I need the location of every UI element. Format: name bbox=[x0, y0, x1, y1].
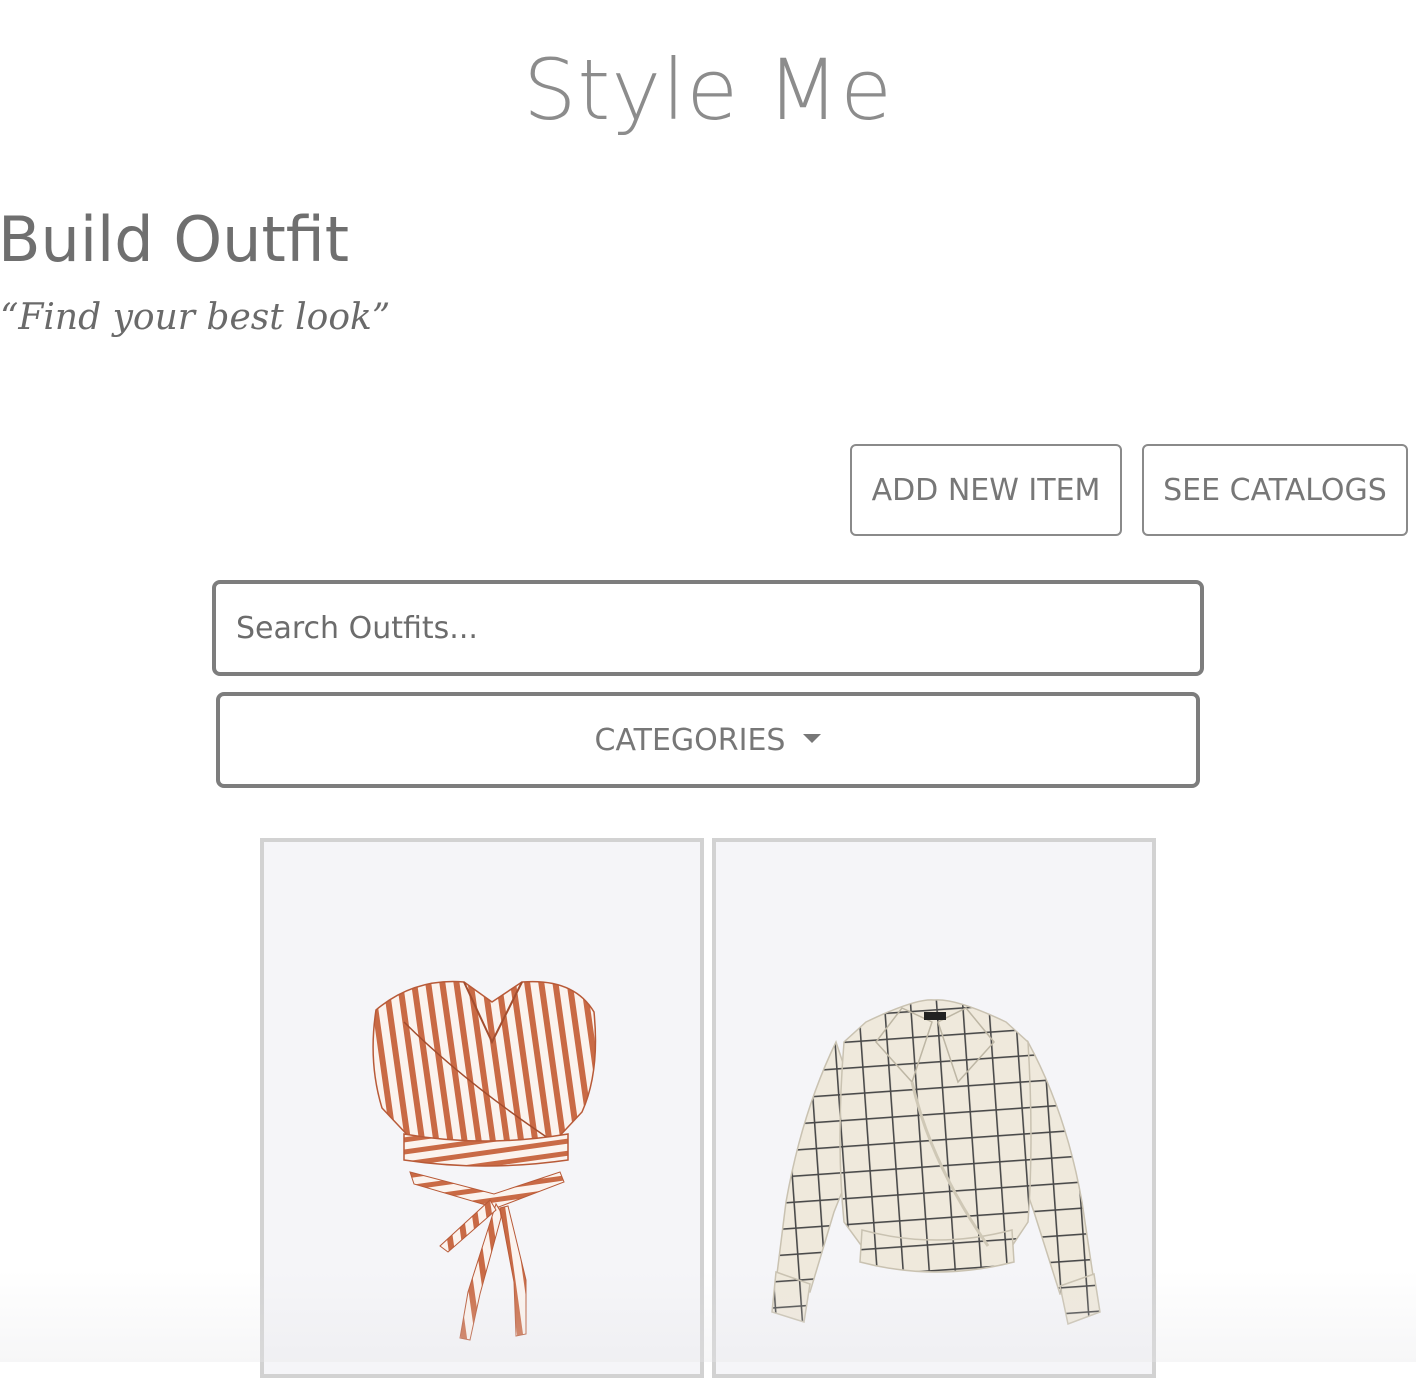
checked-blouse-image bbox=[771, 999, 1101, 1326]
page-tagline: “Find your best look” bbox=[0, 297, 391, 338]
categories-label: CATEGORIES bbox=[594, 722, 786, 758]
add-new-item-button[interactable]: ADD NEW ITEM bbox=[850, 444, 1122, 536]
outfit-item-card[interactable] bbox=[712, 838, 1156, 1378]
bottom-shadow bbox=[0, 1270, 1416, 1362]
outfit-item-card[interactable] bbox=[260, 838, 704, 1378]
chevron-down-icon bbox=[803, 733, 822, 743]
app-title: Style Me bbox=[523, 41, 893, 139]
see-catalogs-button[interactable]: SEE CATALOGS bbox=[1142, 444, 1408, 536]
page-title: Build Outfit bbox=[0, 203, 350, 276]
search-input[interactable] bbox=[212, 580, 1204, 676]
striped-top-image bbox=[372, 980, 597, 1341]
categories-dropdown[interactable]: CATEGORIES bbox=[216, 692, 1200, 788]
